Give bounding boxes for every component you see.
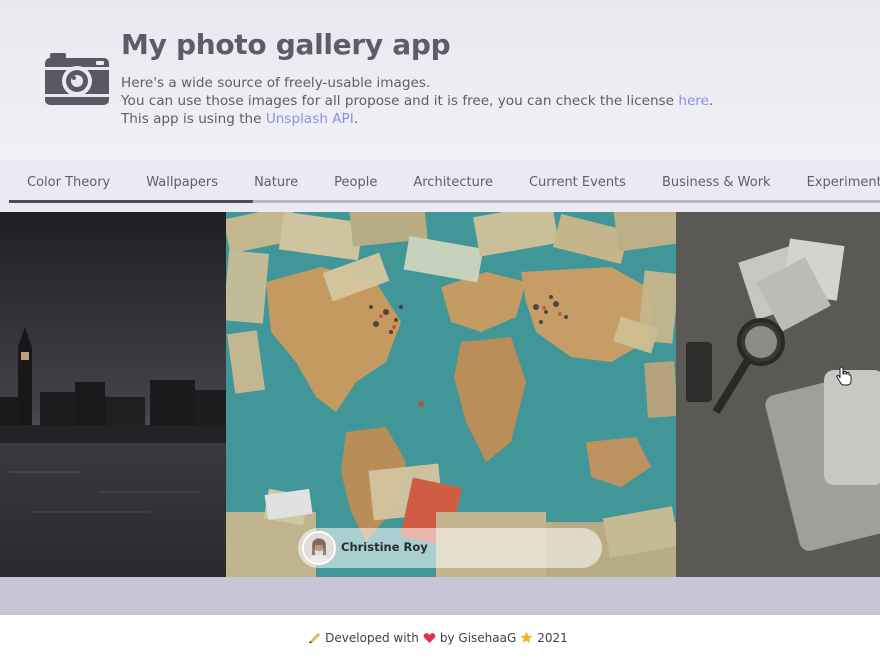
description-line-1: Here's a wide source of freely-usable im… (121, 75, 431, 91)
tab-business-work[interactable]: Business & Work (644, 166, 789, 202)
avatar-image (304, 533, 334, 563)
carousel-slide-center[interactable] (226, 212, 676, 577)
london-photo (0, 212, 226, 577)
author-name[interactable]: Christine Roy (341, 540, 428, 554)
app-title: My photo gallery app (121, 28, 451, 61)
tab-experimental[interactable]: Experimental (789, 166, 880, 202)
content-band (0, 577, 880, 615)
license-period: . (708, 93, 714, 109)
tab-color-theory[interactable]: Color Theory (9, 166, 128, 202)
license-link[interactable]: here (678, 93, 709, 109)
desk-photo (676, 212, 880, 577)
license-text: You can use those images for all propose… (121, 93, 679, 109)
api-period: . (353, 111, 359, 127)
unsplash-api-link[interactable]: Unsplash API (266, 111, 354, 127)
footer: Developed with by GisehaaG 2021 (0, 615, 880, 660)
author-avatar[interactable] (302, 531, 336, 565)
heart-icon (423, 632, 436, 643)
footer-author-text: by GisehaaG (439, 630, 517, 645)
pointer-cursor-icon (836, 366, 852, 386)
tab-nature[interactable]: Nature (236, 166, 316, 202)
tab-architecture[interactable]: Architecture (395, 166, 511, 202)
tab-active-indicator (9, 200, 253, 203)
description-line-3: This app is using the Unsplash API. (121, 110, 713, 128)
description-line-2: You can use those images for all propose… (121, 92, 713, 110)
tab-wallpapers[interactable]: Wallpapers (128, 166, 236, 202)
photo-carousel[interactable] (0, 212, 880, 577)
footer-year: 2021 (537, 630, 568, 645)
tab-people[interactable]: People (316, 166, 395, 202)
star-icon (520, 631, 533, 643)
api-text: This app is using the (121, 111, 266, 127)
category-tabs: Color Theory Wallpapers Nature People Ar… (9, 166, 880, 202)
app-description: Here's a wide source of freely-usable im… (121, 74, 713, 128)
app-header: My photo gallery app Here's a wide sourc… (0, 0, 880, 160)
tab-current-events[interactable]: Current Events (511, 166, 644, 202)
pencil-icon (309, 633, 321, 643)
footer-developed-text: Developed with (325, 630, 419, 645)
camera-icon (45, 53, 109, 105)
carousel-slide-left[interactable] (0, 212, 226, 577)
carousel-slide-right[interactable] (676, 212, 880, 577)
world-map-photo (226, 212, 676, 577)
